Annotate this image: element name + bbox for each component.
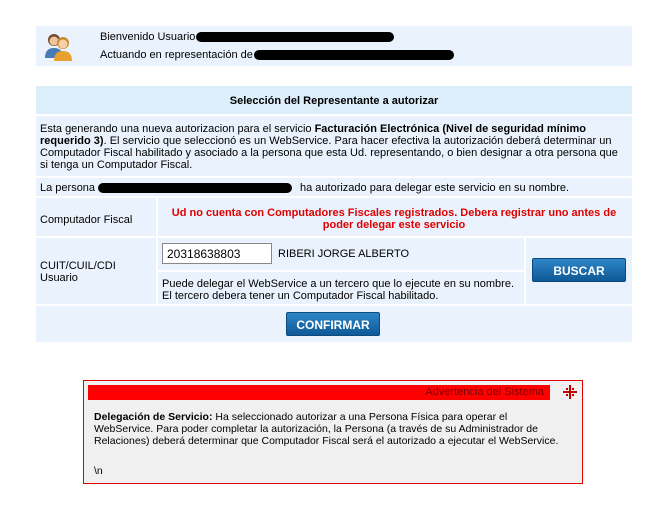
- system-warning-message: Delegación de Servicio: Ha seleccionado …: [94, 411, 564, 447]
- representative-panel: Selección del Representante a autorizar …: [36, 86, 632, 342]
- persona-suffix: ha autorizado para delegar este servicio…: [300, 182, 570, 194]
- persona-prefix: La persona: [40, 182, 96, 194]
- computador-fiscal-label: Computador Fiscal: [40, 214, 133, 226]
- welcome-text: Bienvenido Usuario: [100, 31, 196, 43]
- intro-prefix: Esta generando una nueva autorizacion pa…: [40, 123, 315, 135]
- users-icon: [45, 34, 72, 61]
- persona-line: La persona: [40, 182, 95, 194]
- divider: [36, 304, 632, 306]
- buscar-button[interactable]: BUSCAR: [532, 258, 626, 282]
- divider: [36, 236, 632, 238]
- acting-as-text: Actuando en representación de: [100, 49, 253, 61]
- redacted-representation: [254, 50, 454, 60]
- redacted-persona: [98, 183, 292, 193]
- redacted-username: [196, 32, 394, 42]
- divider: [36, 196, 632, 198]
- panel-title: Selección del Representante a autorizar: [36, 86, 632, 116]
- no-computador-warning: Ud no cuenta con Computadores Fiscales r…: [171, 207, 617, 231]
- column-divider: [524, 238, 526, 304]
- user-header: Bienvenido Usuario Actuando en represent…: [36, 26, 632, 66]
- delegate-note: Puede delegar el WebService a un tercero…: [162, 278, 515, 302]
- system-warning-box: Advertencia del Sistema Delegación de Se…: [83, 380, 583, 484]
- system-warning-heading: Delegación de Servicio:: [94, 411, 213, 423]
- intro-text: Esta generando una nueva autorizacion pa…: [40, 123, 628, 171]
- system-warning-titlebar[interactable]: Advertencia del Sistema: [88, 385, 550, 400]
- divider: [156, 270, 526, 272]
- divider: [36, 176, 632, 178]
- move-icon[interactable]: [562, 384, 578, 400]
- intro-suffix: . El servicio que seleccionó es un WebSe…: [40, 135, 618, 171]
- cuit-owner-name: RIBERI JORGE ALBERTO: [278, 248, 410, 260]
- cuit-label: CUIT/CUIL/CDI Usuario: [40, 260, 116, 284]
- system-warning-title: Advertencia del Sistema: [425, 386, 544, 398]
- system-warning-extra: \n: [94, 465, 103, 477]
- column-divider: [156, 198, 158, 236]
- confirmar-button[interactable]: CONFIRMAR: [286, 312, 380, 336]
- cuit-input[interactable]: [162, 243, 272, 264]
